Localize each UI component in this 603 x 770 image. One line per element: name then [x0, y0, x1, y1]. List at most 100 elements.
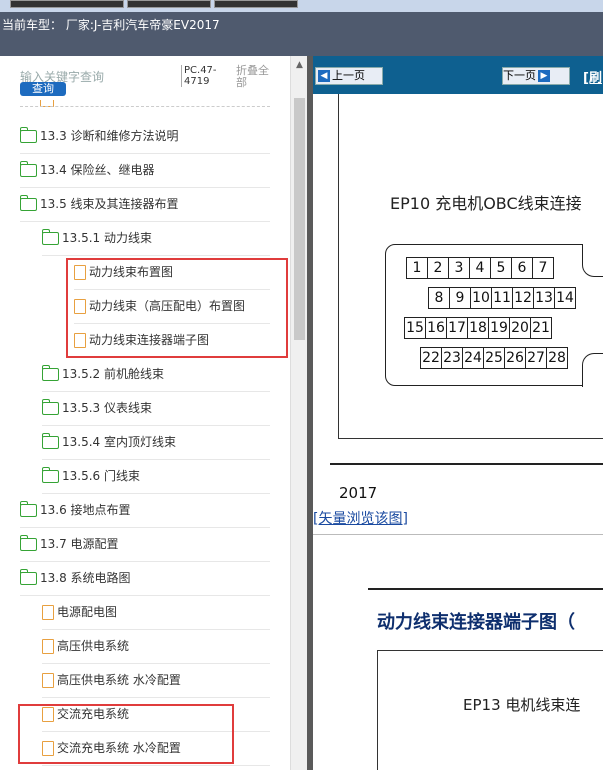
connector-pin: 21: [530, 317, 552, 339]
highlight-box-1: [66, 258, 288, 358]
folder-icon: [20, 161, 37, 177]
connector-pin: 17: [446, 317, 468, 339]
folder-icon: [42, 399, 59, 415]
tree-item[interactable]: 电源配电图: [42, 595, 270, 630]
tree-item-label: 13.3 诊断和维修方法说明: [40, 129, 179, 143]
connector-pin: 5: [490, 257, 512, 279]
connector-pin: 10: [470, 287, 492, 309]
next-page-button[interactable]: 下一页 ▶: [502, 67, 570, 85]
connector-pin: 18: [467, 317, 489, 339]
connector-pin: 15: [404, 317, 426, 339]
search-area: 输入关键字查询 查询 PC.47-4719 折叠全部: [0, 56, 290, 104]
pc-code: PC.47-4719: [181, 65, 228, 87]
search-button[interactable]: 查询: [20, 82, 66, 96]
tree-item-label: 13.5.3 仪表线束: [62, 401, 152, 415]
connector-pin: 13: [533, 287, 555, 309]
connector-pin: 25: [483, 347, 505, 369]
connector-latch-bottom: [582, 353, 603, 387]
connector-pin: 16: [425, 317, 447, 339]
tree-item[interactable]: 13.5.4 室内顶灯线束: [42, 425, 270, 460]
tree-item-label: 13.5.2 前机舱线束: [62, 367, 164, 381]
header-bar: 当前车型： 厂家:J-吉利汽车帝豪EV2017: [0, 12, 603, 56]
tree-item-label: 13.5.6 门线束: [62, 469, 140, 483]
folder-icon: [42, 365, 59, 381]
prev-page-button[interactable]: ◀ 上一页: [315, 67, 383, 85]
section-separator: [313, 534, 603, 535]
connector-pin: 2: [427, 257, 449, 279]
tree-item[interactable]: 13.5.2 前机舱线束: [42, 357, 270, 392]
connector-latch-top: [582, 244, 603, 277]
connector-pin: 20: [509, 317, 531, 339]
tree-item[interactable]: 13.5 线束及其连接器布置: [20, 187, 270, 222]
folder-icon: [20, 535, 37, 551]
tree-item[interactable]: 13.5.6 门线束: [42, 459, 270, 494]
connector-pin: 14: [554, 287, 576, 309]
tree-item[interactable]: 高压供电系统: [42, 629, 270, 664]
connector-diagram: 1 2 3 4 5 6 7 8 9 10 11 12 13 14 15 16 17 18 19 20 21 22 23 24 2…: [385, 244, 603, 387]
connector-pin: 24: [462, 347, 484, 369]
tree-scrollbar[interactable]: ▲: [290, 56, 308, 770]
tree-item-label: 电源配电图: [57, 605, 118, 619]
tree-item[interactable]: 13.7 电源配置: [20, 527, 270, 562]
arrow-left-icon: ◀: [318, 70, 330, 82]
highlight-box-2: [18, 704, 234, 764]
connector-pin: 19: [488, 317, 510, 339]
refresh-link[interactable]: [刷: [583, 67, 602, 86]
left-panel: 输入关键字查询 查询 PC.47-4719 折叠全部 13.3 诊断和维修方法说…: [0, 56, 310, 770]
toolbar-button-3[interactable]: [214, 0, 298, 8]
toolbar-button-1[interactable]: [10, 0, 124, 8]
tree-item[interactable]: 高压供电系统 水冷配置: [42, 663, 270, 698]
tree-item[interactable]: 13.6 接地点布置: [20, 493, 270, 528]
folder-icon: [20, 569, 37, 585]
document-icon: [42, 673, 54, 688]
tree-item[interactable]: 13.5.3 仪表线束: [42, 391, 270, 426]
tree-item-label: 13.5 线束及其连接器布置: [40, 197, 179, 211]
connector-pin: 22: [420, 347, 442, 369]
tree-item-label: 13.8 系统电路图: [40, 571, 131, 585]
scrollbar-thumb[interactable]: [294, 98, 305, 340]
ep13-title: EP13 电机线束连: [463, 696, 581, 714]
connector-pin: 9: [449, 287, 471, 309]
horizontal-rule: [330, 463, 603, 465]
folder-icon: [42, 229, 59, 245]
tree-item[interactable]: 13.8 系统电路图: [20, 561, 270, 596]
connector-pin: 8: [428, 287, 450, 309]
toolbar-button-2[interactable]: [127, 0, 211, 8]
current-car-model: 当前车型： 厂家:J-吉利汽车帝豪EV2017: [2, 18, 220, 32]
folder-icon: [20, 195, 37, 211]
connector-pin: 12: [512, 287, 534, 309]
connector-pin: 1: [406, 257, 428, 279]
folder-icon: [42, 467, 59, 483]
document-pane: ◀ 上一页 下一页 ▶ [刷 EP10 充电机OBC线束连接 1 2 3 4 5 6 7 8 9 10…: [313, 56, 603, 770]
connector-pin: 6: [511, 257, 533, 279]
document-icon: [42, 605, 54, 620]
tree-item-label: 13.4 保险丝、继电器: [40, 163, 155, 177]
connector-pin: 28: [546, 347, 568, 369]
connector-pin: 26: [504, 347, 526, 369]
tree-item-label: 13.7 电源配置: [40, 537, 119, 551]
collapse-all-button[interactable]: 折叠全部: [236, 65, 276, 89]
tree-item[interactable]: 13.5.1 动力线束: [42, 221, 270, 256]
connector-pin: 23: [441, 347, 463, 369]
document-icon: [42, 639, 54, 654]
year-label: 2017: [339, 484, 378, 502]
connector-pin: 4: [469, 257, 491, 279]
tree-item[interactable]: 13.4 保险丝、继电器: [20, 153, 270, 188]
connector-pin: 27: [525, 347, 547, 369]
vector-view-link[interactable]: [矢量浏览该图]: [313, 508, 408, 528]
folder-icon: [20, 127, 37, 143]
tree-item-label: 高压供电系统 水冷配置: [57, 673, 181, 687]
folder-icon: [20, 501, 37, 517]
connector-pin: 11: [491, 287, 513, 309]
connector-pin: 7: [532, 257, 554, 279]
doc-nav-bar: ◀ 上一页 下一页 ▶ [刷: [313, 56, 603, 94]
tree-item-label: 13.5.4 室内顶灯线束: [62, 435, 176, 449]
scroll-up-icon[interactable]: ▲: [296, 60, 303, 70]
tree-item[interactable]: 13.3 诊断和维修方法说明: [20, 119, 270, 154]
tree-top-divider: [20, 106, 270, 107]
folder-icon: [42, 433, 59, 449]
tree-item-label: 高压供电系统: [57, 639, 130, 653]
arrow-right-icon: ▶: [538, 70, 550, 82]
section-title: 动力线束连接器端子图（: [377, 612, 575, 633]
section-rule: [368, 588, 603, 590]
